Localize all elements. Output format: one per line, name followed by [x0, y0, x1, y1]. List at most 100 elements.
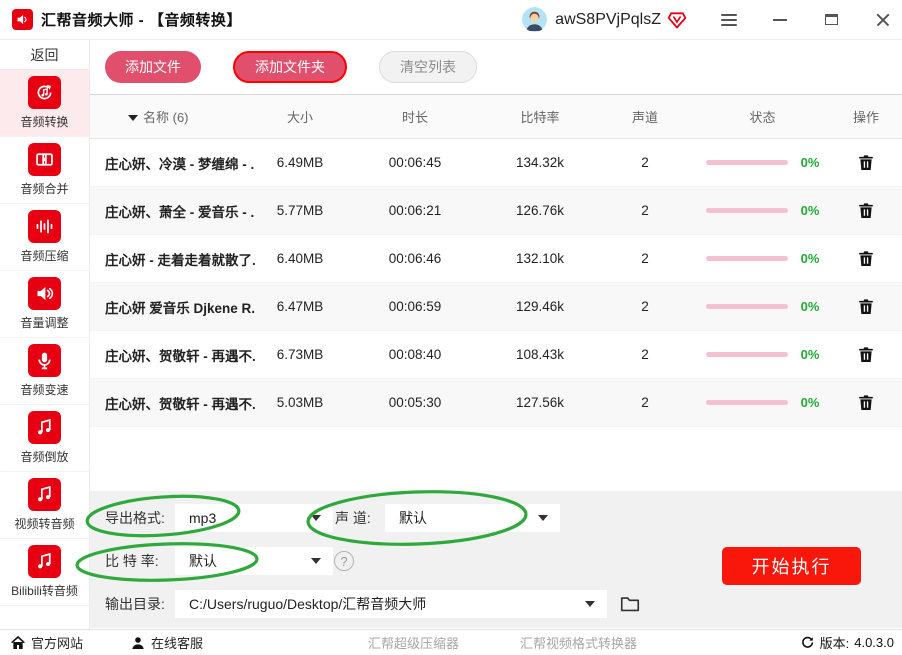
browse-folder-icon[interactable] [616, 590, 644, 618]
user-avatar[interactable] [522, 7, 548, 32]
file-name: 庄心妍、冷漠 - 梦缠绵 - ... [105, 156, 255, 172]
file-size: 5.77MB [276, 203, 324, 218]
delete-button[interactable] [856, 153, 876, 173]
file-bitrate: 134.32k [515, 155, 565, 170]
file-size: 6.49MB [276, 155, 324, 170]
export-format-label: 导出格式: [105, 510, 165, 526]
help-icon[interactable]: ? [334, 551, 354, 571]
progress-bar [705, 304, 788, 309]
bitrate-value: 默认 [189, 553, 217, 569]
username-label[interactable]: awS8PVjPqlsZ [555, 11, 661, 29]
minimize-icon[interactable] [773, 18, 787, 21]
table-row[interactable]: 庄心妍 爱音乐 Djkene R... 6.47MB 00:06:59 129.… [90, 283, 902, 331]
menu-icon[interactable] [721, 13, 737, 26]
sidebar-item-audio-reverse[interactable]: 音频倒放 [0, 405, 89, 472]
audio-speed-icon [28, 344, 61, 377]
progress-percent: 0% [800, 299, 820, 314]
file-duration: 00:06:21 [388, 203, 442, 218]
sidebar-item-audio-merge[interactable]: 音频合并 [0, 137, 89, 204]
channel-value: 默认 [399, 510, 427, 526]
file-duration: 00:05:30 [388, 395, 442, 410]
home-icon [11, 635, 25, 649]
video-converter-promo-link[interactable]: 汇帮视频格式转换器 [520, 630, 637, 655]
delete-button[interactable] [856, 249, 876, 269]
table-row[interactable]: 庄心妍、冷漠 - 梦缠绵 - ... 6.49MB 00:06:45 134.3… [90, 139, 902, 187]
file-channels: 2 [641, 203, 649, 218]
sidebar-item-label: 音量调整 [20, 316, 69, 330]
add-file-button[interactable]: 添加文件 [105, 51, 201, 83]
column-channels: 声道 [631, 110, 658, 125]
progress-bar [705, 208, 788, 213]
sidebar-item-bilibili-to-audio[interactable]: Bilibili转音频 [0, 539, 89, 606]
app-logo-speaker-icon [12, 9, 33, 30]
table-empty-space [90, 427, 902, 491]
table-row[interactable]: 庄心妍、贺敬轩 - 再遇不... 5.03MB 00:05:30 127.56k… [90, 379, 902, 427]
sidebar-item-audio-speed[interactable]: 音频变速 [0, 338, 89, 405]
chevron-down-icon [585, 601, 595, 607]
progress-percent: 0% [800, 203, 820, 218]
progress-percent: 0% [800, 395, 820, 410]
vip-badge-icon[interactable] [667, 10, 687, 30]
file-name: 庄心妍、贺敬轩 - 再遇不... [105, 348, 255, 364]
file-name: 庄心妍 - 走着走着就散了... [105, 252, 255, 268]
maximize-icon[interactable] [825, 14, 838, 25]
table-row[interactable]: 庄心妍、贺敬轩 - 再遇不... 6.73MB 00:08:40 108.43k… [90, 331, 902, 379]
sidebar-item-audio-convert[interactable]: 音频转换 [0, 70, 89, 137]
sidebar-item-label: 音频压缩 [20, 249, 69, 263]
file-duration: 00:08:40 [388, 347, 442, 362]
file-bitrate: 126.76k [515, 203, 565, 218]
progress-bar [705, 160, 788, 165]
file-size: 5.03MB [276, 395, 324, 410]
sidebar-item-video-to-audio[interactable]: 视频转音频 [0, 472, 89, 539]
progress-percent: 0% [800, 155, 820, 170]
sidebar-item-volume-adjust[interactable]: 音量调整 [0, 271, 89, 338]
chevron-down-icon [311, 558, 321, 564]
main-content: 添加文件 添加文件夹 清空列表 名称 (6) 大小 时长 比特率 声道 状态 操… [90, 40, 902, 629]
export-format-select[interactable]: mp3 [175, 504, 333, 532]
sidebar-item-label: 音频变速 [20, 383, 69, 397]
output-dir-value: C:/Users/ruguo/Desktop/汇帮音频大师 [189, 596, 427, 612]
file-bitrate: 129.46k [515, 299, 565, 314]
delete-button[interactable] [856, 201, 876, 221]
sidebar-item-audio-compress[interactable]: 音频压缩 [0, 204, 89, 271]
clear-list-button[interactable]: 清空列表 [379, 51, 477, 83]
progress-bar [705, 400, 788, 405]
table-row[interactable]: 庄心妍 - 走着走着就散了... 6.40MB 00:06:46 132.10k… [90, 235, 902, 283]
sidebar-back-button[interactable]: 返回 [0, 40, 89, 70]
file-channels: 2 [641, 251, 649, 266]
file-size: 6.47MB [276, 299, 324, 314]
file-duration: 00:06:46 [388, 251, 442, 266]
chevron-down-icon [311, 515, 321, 521]
refresh-icon [801, 636, 813, 648]
settings-panel: 导出格式: mp3 声 道: 默认 比 特 率: 默认 ? 输出目录: C:/U… [90, 491, 902, 628]
sidebar-item-label: 音频转换 [20, 115, 69, 129]
official-website-link[interactable]: 官方网站 [10, 630, 83, 655]
online-service-link[interactable]: 在线客服 [130, 630, 203, 655]
progress-percent: 0% [800, 347, 820, 362]
delete-button[interactable] [856, 393, 876, 413]
table-row[interactable]: 庄心妍、萧全 - 爱音乐 - ... 5.77MB 00:06:21 126.7… [90, 187, 902, 235]
delete-button[interactable] [856, 297, 876, 317]
output-dir-combo[interactable]: C:/Users/ruguo/Desktop/汇帮音频大师 [175, 590, 607, 618]
output-dir-label: 输出目录: [105, 596, 165, 612]
channel-label: 声 道: [335, 510, 371, 526]
sidebar-item-label: 音频合并 [20, 182, 69, 196]
sidebar: 返回 音频转换 音频合并 音频压缩 音量调整 音频变速 音频倒放 视频转音频 B… [0, 40, 90, 629]
column-status: 状态 [749, 110, 776, 125]
channel-select[interactable]: 默认 [385, 504, 560, 532]
sidebar-item-label: Bilibili转音频 [11, 584, 78, 598]
start-button[interactable]: 开始执行 [722, 547, 861, 585]
audio-merge-icon [28, 143, 61, 176]
progress-bar [705, 256, 788, 261]
column-name[interactable]: 名称 (6) [90, 107, 255, 126]
delete-button[interactable] [856, 345, 876, 365]
compressor-promo-link[interactable]: 汇帮超级压缩器 [368, 630, 459, 655]
sidebar-item-label: 视频转音频 [14, 517, 75, 531]
sidebar-item-label: 音频倒放 [20, 450, 69, 464]
file-bitrate: 132.10k [515, 251, 565, 266]
add-folder-button[interactable]: 添加文件夹 [233, 51, 347, 83]
close-icon[interactable] [876, 13, 890, 27]
bitrate-select[interactable]: 默认 [175, 547, 333, 575]
title-bar: 汇帮音频大师 - 【音频转换】 awS8PVjPqlsZ [0, 0, 902, 40]
version-info[interactable]: 版本: 4.0.3.0 [800, 630, 894, 655]
